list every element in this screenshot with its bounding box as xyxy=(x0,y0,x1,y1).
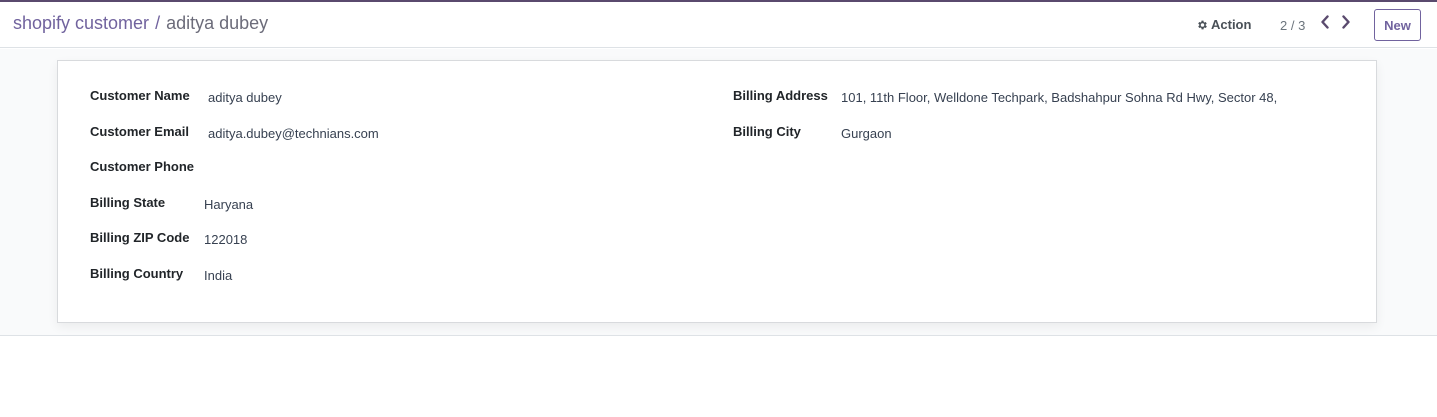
billing-city-label: Billing City xyxy=(733,124,801,139)
pager-previous-button[interactable] xyxy=(1318,14,1332,34)
form-view-area: Customer Name aditya dubey Customer Emai… xyxy=(0,49,1437,336)
billing-state-value[interactable]: Haryana xyxy=(204,197,253,212)
billing-state-label: Billing State xyxy=(90,195,166,210)
customer-name-value[interactable]: aditya dubey xyxy=(208,90,282,105)
breadcrumb-current: aditya dubey xyxy=(166,13,269,33)
billing-city-value[interactable]: Gurgaon xyxy=(841,126,892,141)
billing-country-value[interactable]: India xyxy=(204,268,232,283)
chevron-left-icon xyxy=(1320,14,1330,34)
form-sheet: Customer Name aditya dubey Customer Emai… xyxy=(57,60,1377,323)
customer-email-value[interactable]: aditya.dubey@technians.com xyxy=(208,126,379,141)
new-button[interactable]: New xyxy=(1374,9,1421,41)
action-button[interactable]: Action xyxy=(1196,17,1251,32)
action-label: Action xyxy=(1211,17,1252,32)
billing-zip-label: Billing ZIP Code xyxy=(90,230,190,245)
control-panel: shopify customer / aditya dubey Action 2 /… xyxy=(0,2,1437,48)
breadcrumb-parent-link[interactable]: shopify customer xyxy=(13,13,149,33)
breadcrumb: shopify customer / aditya dubey xyxy=(13,13,268,34)
customer-name-label: Customer Name xyxy=(90,88,190,103)
billing-address-label: Billing Address xyxy=(733,88,828,103)
chevron-right-icon xyxy=(1341,14,1351,34)
customer-phone-label: Customer Phone xyxy=(90,159,195,174)
pager-value[interactable]: 2 / 3 xyxy=(1280,18,1305,33)
billing-zip-value[interactable]: 122018 xyxy=(204,232,247,247)
billing-address-value[interactable]: 101, 11th Floor, Welldone Techpark, Bads… xyxy=(841,90,1277,105)
gear-icon xyxy=(1196,19,1208,31)
breadcrumb-separator: / xyxy=(155,13,161,33)
customer-email-label: Customer Email xyxy=(90,124,189,139)
pager-next-button[interactable] xyxy=(1339,14,1353,34)
billing-country-label: Billing Country xyxy=(90,266,184,281)
